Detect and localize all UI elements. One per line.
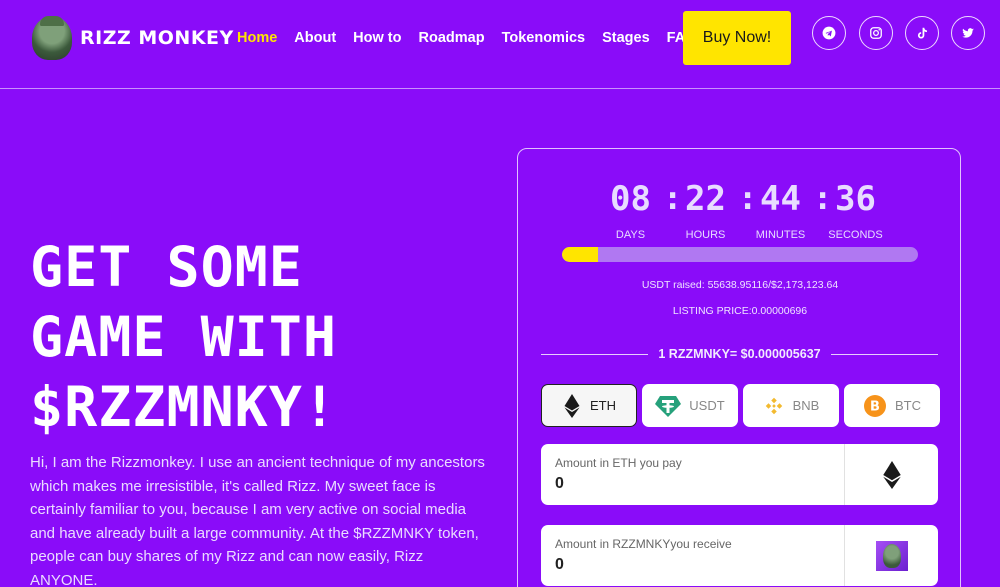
pay-currency-badge bbox=[844, 444, 938, 505]
countdown-minutes: 44 MINUTES bbox=[748, 179, 813, 241]
ethereum-icon bbox=[882, 460, 901, 489]
countdown-separator: : bbox=[663, 179, 683, 217]
brand-logo[interactable]: RIZZ MONKEY bbox=[32, 16, 234, 60]
countdown-separator: : bbox=[813, 179, 833, 217]
listing-price-text: LISTING PRICE:0.00000696 bbox=[672, 305, 808, 317]
countdown-minutes-value: 44 bbox=[760, 179, 801, 219]
monkey-avatar-icon bbox=[32, 16, 72, 60]
site-header: RIZZ MONKEY Home About How to Roadmap To… bbox=[0, 0, 1000, 89]
hero-title-line: GAME WITH bbox=[30, 305, 338, 369]
nav-tokenomics[interactable]: Tokenomics bbox=[502, 30, 586, 46]
countdown-days-value: 08 bbox=[610, 179, 651, 219]
instagram-link[interactable] bbox=[859, 16, 893, 50]
twitter-icon bbox=[962, 28, 974, 38]
hero-description: Hi, I am the Rizzmonkey. I use an ancien… bbox=[30, 454, 485, 587]
countdown-days-label: DAYS bbox=[615, 229, 646, 241]
countdown-timer: 08 DAYS : 22 HOURS : 44 MINUTES : 36 SEC… bbox=[598, 179, 888, 241]
nav-how-to[interactable]: How to bbox=[353, 30, 401, 46]
tiktok-link[interactable] bbox=[905, 16, 939, 50]
receive-amount-field[interactable]: Amount in RZZMNKYyou receive 0 bbox=[541, 525, 938, 586]
ethereum-icon bbox=[562, 393, 582, 418]
twitter-link[interactable] bbox=[951, 16, 985, 50]
instagram-icon bbox=[870, 27, 882, 39]
nav-home[interactable]: Home bbox=[237, 30, 277, 46]
token-bnb-label: BNB bbox=[792, 398, 820, 413]
presale-card: 08 DAYS : 22 HOURS : 44 MINUTES : 36 SEC… bbox=[517, 148, 961, 587]
countdown-separator: : bbox=[738, 179, 758, 217]
brand-name: RIZZ MONKEY bbox=[80, 27, 234, 49]
nav-about[interactable]: About bbox=[294, 30, 336, 46]
nav-roadmap[interactable]: Roadmap bbox=[419, 30, 485, 46]
receive-amount-input[interactable]: 0 bbox=[555, 556, 564, 574]
token-btc-label: BTC bbox=[895, 398, 921, 413]
buy-now-button[interactable]: Buy Now! bbox=[683, 11, 791, 65]
payment-token-selector: ETH USDT BNB B BTC bbox=[541, 384, 940, 427]
nav-stages[interactable]: Stages bbox=[602, 30, 650, 46]
countdown-hours-label: HOURS bbox=[685, 229, 726, 241]
token-usdt-label: USDT bbox=[689, 398, 725, 413]
usdt-raised-text: USDT raised: 55638.95116/$2,173,123.64 bbox=[641, 279, 839, 291]
tiktok-icon bbox=[917, 27, 927, 39]
bnb-icon bbox=[763, 395, 785, 417]
countdown-days: 08 DAYS bbox=[598, 179, 663, 241]
countdown-minutes-label: MINUTES bbox=[755, 229, 806, 241]
main-nav: Home About How to Roadmap Tokenomics Sta… bbox=[237, 30, 696, 46]
countdown-hours: 22 HOURS bbox=[673, 179, 738, 241]
rate-row: 1 RZZMNKY= $0.000005637 bbox=[541, 347, 938, 361]
receive-amount-label: Amount in RZZMNKYyou receive bbox=[555, 537, 732, 551]
token-usdt-button[interactable]: USDT bbox=[642, 384, 738, 427]
divider bbox=[830, 353, 938, 355]
token-btc-button[interactable]: B BTC bbox=[844, 384, 940, 427]
bitcoin-icon: B bbox=[863, 394, 887, 418]
presale-progress-fill bbox=[562, 247, 598, 262]
svg-text:B: B bbox=[870, 399, 880, 414]
hero-title: GET SOME GAME WITH $RZZMNKY! bbox=[30, 232, 490, 442]
receive-currency-badge bbox=[844, 525, 938, 586]
monkey-avatar-icon bbox=[875, 540, 908, 571]
hero-title-line: GET SOME bbox=[30, 235, 303, 299]
presale-progress-bar bbox=[562, 247, 918, 262]
countdown-seconds-label: SECONDS bbox=[828, 229, 883, 241]
pay-amount-input[interactable]: 0 bbox=[555, 475, 564, 493]
token-eth-button[interactable]: ETH bbox=[541, 384, 637, 427]
countdown-seconds: 36 SECONDS bbox=[823, 179, 888, 241]
hero-title-line: $RZZMNKY! bbox=[30, 375, 338, 439]
countdown-hours-value: 22 bbox=[685, 179, 726, 219]
pay-amount-label: Amount in ETH you pay bbox=[555, 456, 682, 470]
token-eth-label: ETH bbox=[590, 398, 616, 413]
tether-icon bbox=[655, 394, 682, 418]
pay-amount-field[interactable]: Amount in ETH you pay 0 bbox=[541, 444, 938, 505]
divider bbox=[541, 353, 649, 355]
telegram-icon bbox=[822, 26, 836, 40]
token-rate: 1 RZZMNKY= $0.000005637 bbox=[658, 347, 821, 361]
token-bnb-button[interactable]: BNB bbox=[743, 384, 839, 427]
telegram-link[interactable] bbox=[812, 16, 846, 50]
countdown-seconds-value: 36 bbox=[835, 179, 876, 219]
